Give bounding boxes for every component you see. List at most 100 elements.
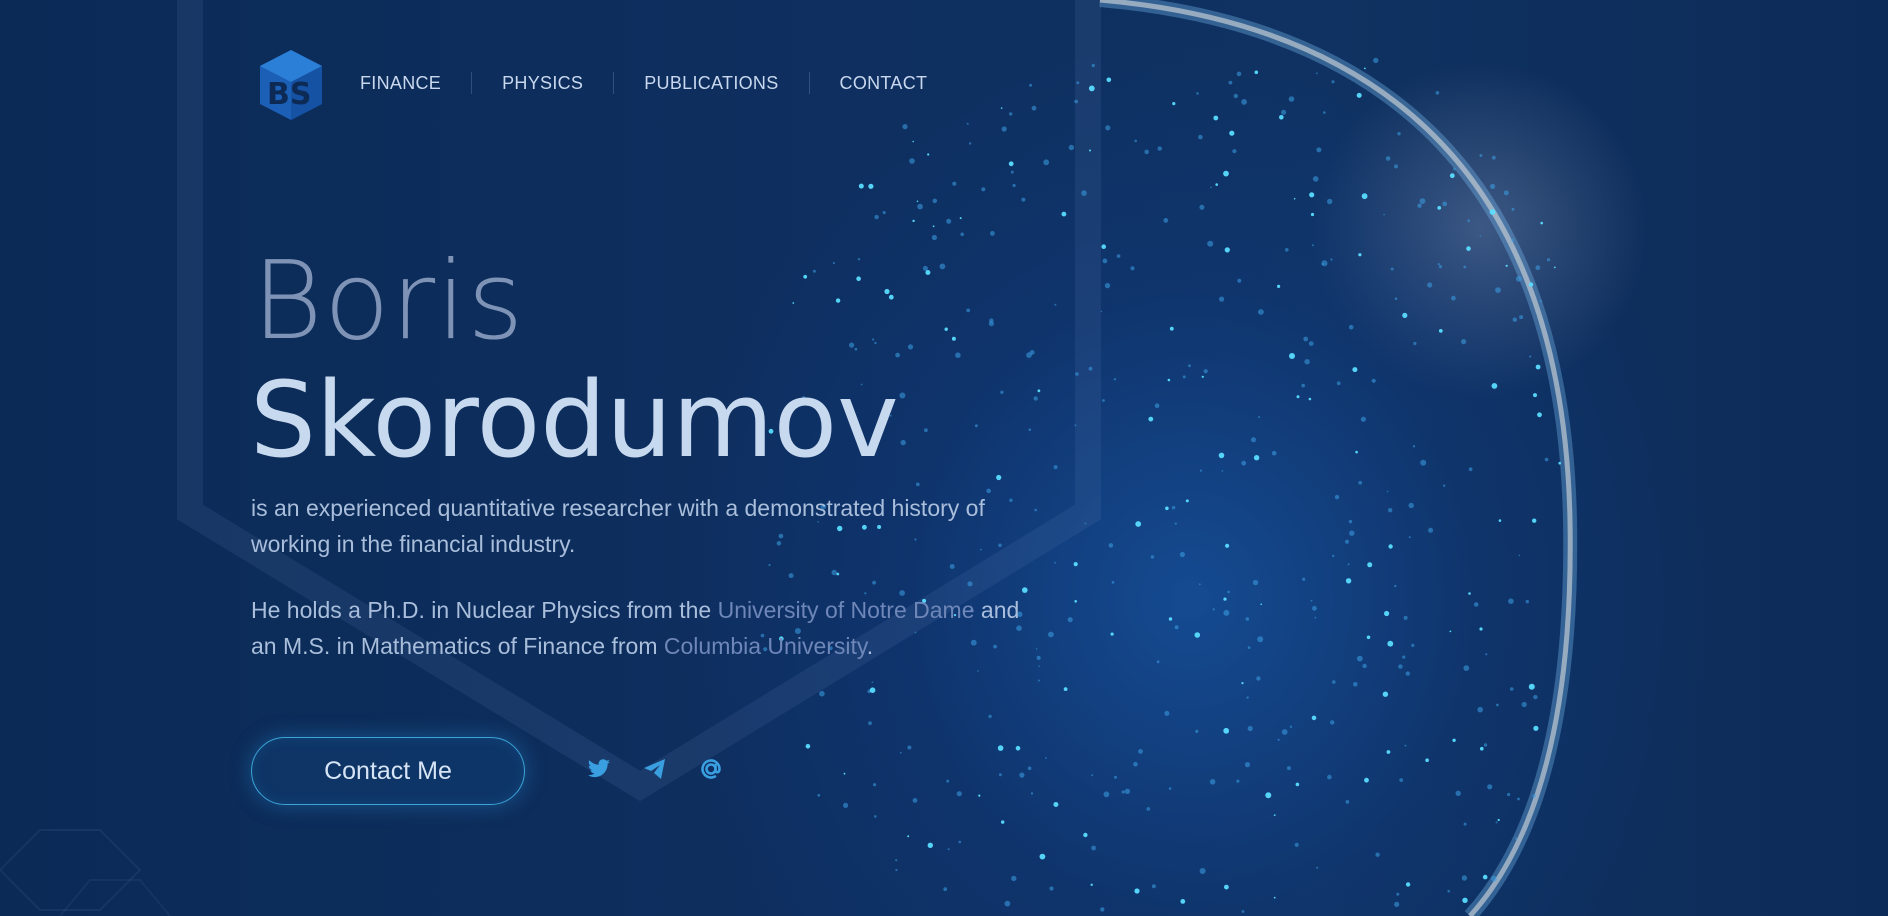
particle-dot <box>1417 203 1422 208</box>
particle-dot <box>1169 326 1174 331</box>
particle-dot <box>1135 521 1142 527</box>
nav-physics[interactable]: PHYSICS <box>502 73 583 94</box>
particle-dot <box>1419 198 1426 205</box>
particle-dot <box>899 392 906 399</box>
particle-dot <box>1295 782 1300 787</box>
particle-dot <box>1394 584 1397 588</box>
particle-dot <box>1199 204 1205 210</box>
particle-dot <box>1019 772 1025 778</box>
particle-dot <box>1387 640 1394 647</box>
particle-dot <box>1182 375 1186 379</box>
particle-dot <box>1146 807 1151 811</box>
particle-dot <box>1539 300 1542 303</box>
particle-dot <box>1413 341 1417 346</box>
particle-dot <box>907 344 914 350</box>
nav-contact[interactable]: CONTACT <box>840 73 928 94</box>
particle-dot <box>1130 266 1135 271</box>
particle-dot <box>1489 209 1496 215</box>
particle-dot <box>1083 832 1088 838</box>
particle-dot <box>1144 149 1149 155</box>
particle-dot <box>1438 329 1443 333</box>
particle-dot <box>1033 396 1038 401</box>
particle-dot <box>966 308 971 313</box>
particle-dot <box>1345 800 1350 804</box>
particle-dot <box>1210 186 1212 189</box>
particle-dot <box>907 835 910 838</box>
particle-dot <box>1332 680 1336 684</box>
particle-dot <box>1237 278 1242 283</box>
particle-dot <box>1533 725 1539 731</box>
particle-dot <box>1364 777 1369 783</box>
particle-dot <box>1310 212 1315 217</box>
particle-dot <box>951 336 956 341</box>
particle-dot <box>1323 111 1326 114</box>
particle-dot <box>1281 109 1287 115</box>
particle-dot <box>1311 715 1317 721</box>
particle-dot <box>1035 648 1038 650</box>
particle-dot <box>912 140 914 143</box>
particle-dot <box>874 815 877 818</box>
nav-finance[interactable]: FINANCE <box>360 73 441 94</box>
particle-dot <box>1366 635 1371 640</box>
notre-dame-link[interactable]: University of Notre Dame <box>718 597 975 623</box>
particle-dot <box>1428 527 1434 533</box>
particle-dot <box>922 265 928 271</box>
particle-dot <box>1435 91 1440 95</box>
particle-dot <box>1314 616 1317 619</box>
particle-dot <box>1241 460 1247 466</box>
particle-dot <box>943 887 948 892</box>
particle-dot <box>1053 465 1058 470</box>
particle-dot <box>874 341 877 345</box>
particle-dot <box>1479 235 1482 237</box>
particle-dot <box>1480 746 1484 751</box>
particle-dot <box>1485 653 1488 656</box>
particle-dot <box>1399 778 1404 782</box>
particle-dot <box>1113 378 1117 381</box>
particle-dot <box>917 203 923 210</box>
particle-dot <box>1375 852 1380 857</box>
particle-dot <box>1316 147 1322 153</box>
particle-dot <box>1256 676 1261 681</box>
email-at-icon[interactable] <box>696 754 726 784</box>
particle-dot <box>1553 266 1556 269</box>
particle-dot <box>1068 144 1075 151</box>
particle-dot <box>1437 263 1440 266</box>
particle-dot <box>1544 457 1549 462</box>
particle-dot <box>1244 762 1251 768</box>
particle-dot <box>817 793 821 797</box>
bs-logo[interactable]: BS <box>254 46 328 124</box>
particle-dot <box>1345 539 1349 544</box>
particle-dot <box>1133 761 1138 767</box>
particle-dot <box>805 744 811 749</box>
particle-dot <box>1479 154 1483 157</box>
particle-dot <box>1254 70 1259 75</box>
bio-text: He holds a Ph.D. in Nuclear Physics from… <box>251 597 718 623</box>
hero-first-name: Boris <box>252 239 525 364</box>
particle-dot <box>1110 632 1114 636</box>
particle-dot <box>939 263 946 270</box>
particle-dot <box>1198 583 1201 586</box>
particle-dot <box>1405 882 1411 887</box>
particle-dot <box>1443 484 1446 487</box>
particle-dot <box>1091 774 1094 777</box>
particle-dot <box>1525 599 1530 604</box>
twitter-icon[interactable] <box>584 754 614 784</box>
nav-publications[interactable]: PUBLICATIONS <box>644 73 778 94</box>
particle-dot <box>1411 643 1415 648</box>
telegram-icon[interactable] <box>640 754 670 784</box>
contact-me-button[interactable]: Contact Me <box>251 737 525 805</box>
particle-dot <box>1352 367 1358 373</box>
particle-dot <box>1479 627 1483 631</box>
particle-dot <box>831 569 837 576</box>
particle-dot <box>998 773 1002 777</box>
particle-dot <box>1394 164 1398 169</box>
particle-dot <box>1257 636 1264 643</box>
particle-dot <box>1188 364 1191 368</box>
particle-dot <box>996 474 1002 481</box>
columbia-link[interactable]: Columbia University <box>664 633 867 659</box>
particle-dot <box>1477 706 1483 713</box>
particle-dot <box>1011 875 1017 882</box>
particle-dot <box>1385 156 1391 161</box>
particle-dot <box>907 745 912 750</box>
particle-dot <box>1371 378 1376 383</box>
